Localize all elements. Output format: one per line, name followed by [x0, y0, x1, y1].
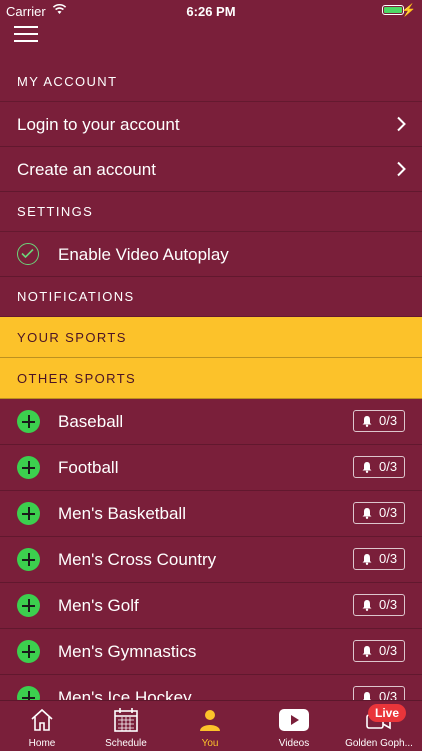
hamburger-menu-icon[interactable]: [14, 26, 38, 42]
bell-icon: [362, 462, 372, 473]
person-icon: [200, 710, 220, 731]
bell-icon: [362, 554, 372, 565]
tab-golden-gophers[interactable]: Live Golden Goph...: [336, 701, 422, 751]
sport-name: Men's Golf: [58, 596, 139, 615]
tab-videos-label: Videos: [278, 738, 310, 749]
add-plus-icon[interactable]: [17, 594, 40, 617]
notification-count: 0/3: [379, 597, 398, 612]
video-autoplay-label: Enable Video Autoplay: [58, 245, 229, 264]
notification-count: 0/3: [379, 551, 398, 566]
tab-schedule[interactable]: Schedule: [84, 701, 168, 751]
notification-count: 0/3: [379, 413, 398, 428]
tab-bar: Home Schedule You Videos Live Golden Gop…: [0, 700, 422, 751]
clock: 6:26 PM: [186, 4, 236, 19]
tab-home-label: Home: [28, 738, 56, 749]
tab-golden-label: Golden Goph...: [345, 738, 413, 749]
sport-row[interactable]: Men's Golf 0/3: [0, 583, 422, 629]
sport-row[interactable]: Men's Basketball 0/3: [0, 491, 422, 537]
bell-icon: [362, 646, 372, 657]
chevron-right-icon: [397, 161, 406, 177]
sport-row[interactable]: Men's Cross Country 0/3: [0, 537, 422, 583]
sport-name: Men's Basketball: [58, 504, 186, 523]
section-notifications: NOTIFICATIONS: [0, 277, 422, 317]
notification-count-badge[interactable]: 0/3: [353, 410, 405, 432]
notification-count: 0/3: [379, 459, 398, 474]
sport-name: Men's Gymnastics: [58, 642, 197, 661]
sport-row[interactable]: Men's Gymnastics 0/3: [0, 629, 422, 675]
add-plus-icon[interactable]: [17, 456, 40, 479]
chevron-right-icon: [397, 116, 406, 132]
notification-count-badge[interactable]: 0/3: [353, 456, 405, 478]
sports-list: Baseball 0/3 Football 0/3 Men's Basketball 0/…: [0, 399, 422, 721]
bell-icon: [362, 508, 372, 519]
create-account-label: Create an account: [17, 160, 156, 179]
charging-icon: ⚡: [401, 3, 416, 17]
settings-list: MY ACCOUNT Login to your account Create …: [0, 62, 422, 721]
add-plus-icon[interactable]: [17, 410, 40, 433]
sport-name: Football: [58, 458, 119, 477]
create-account-row[interactable]: Create an account: [0, 147, 422, 192]
checkmark-icon: [17, 243, 39, 265]
tab-schedule-label: Schedule: [105, 738, 147, 749]
live-badge: Live: [367, 704, 406, 722]
notification-count-badge[interactable]: 0/3: [353, 594, 405, 616]
sport-name: Men's Cross Country: [58, 550, 217, 569]
bell-icon: [362, 416, 372, 427]
sport-name: Baseball: [58, 412, 124, 431]
sport-row[interactable]: Football 0/3: [0, 445, 422, 491]
notification-count: 0/3: [379, 505, 398, 520]
section-settings: SETTINGS: [0, 192, 422, 232]
tab-videos[interactable]: Videos: [252, 701, 336, 751]
section-your-sports: YOUR SPORTS: [0, 317, 422, 358]
sport-row[interactable]: Baseball 0/3: [0, 399, 422, 445]
section-other-sports: OTHER SPORTS: [0, 358, 422, 399]
tab-home[interactable]: Home: [0, 701, 84, 751]
notification-count-badge[interactable]: 0/3: [353, 640, 405, 662]
add-plus-icon[interactable]: [17, 502, 40, 525]
add-plus-icon[interactable]: [17, 640, 40, 663]
notification-count: 0/3: [379, 643, 398, 658]
bell-icon: [362, 600, 372, 611]
login-label: Login to your account: [17, 115, 180, 134]
play-video-icon: [279, 709, 309, 731]
status-bar: Carrier 6:26 PM ⚡: [0, 0, 422, 22]
notification-count-badge[interactable]: 0/3: [353, 548, 405, 570]
tab-you[interactable]: You: [168, 701, 252, 751]
login-row[interactable]: Login to your account: [0, 102, 422, 147]
add-plus-icon[interactable]: [17, 548, 40, 571]
section-my-account: MY ACCOUNT: [0, 62, 422, 102]
video-autoplay-toggle[interactable]: Enable Video Autoplay: [0, 232, 422, 277]
notification-count-badge[interactable]: 0/3: [353, 502, 405, 524]
calendar-icon: [114, 708, 138, 732]
home-icon: [31, 708, 53, 731]
tab-you-label: You: [201, 738, 219, 749]
